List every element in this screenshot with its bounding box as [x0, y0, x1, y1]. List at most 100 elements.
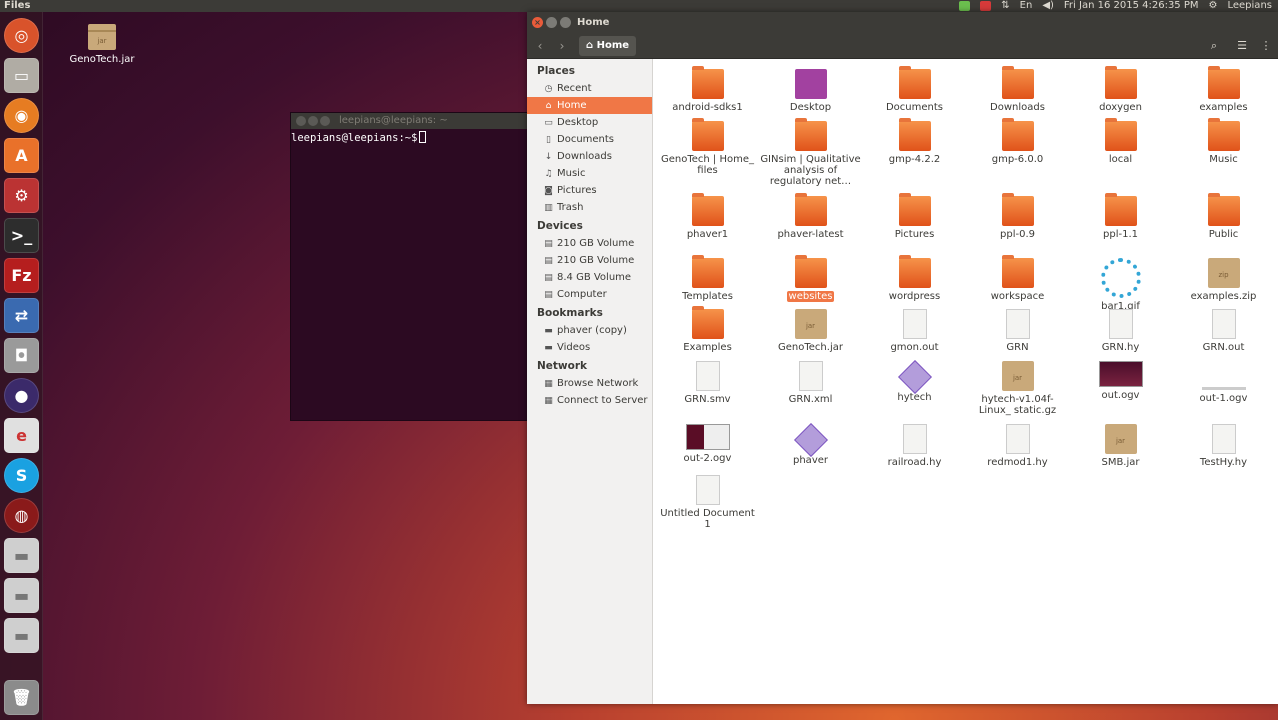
- sidebar-item-music[interactable]: ♫ Music: [527, 165, 652, 182]
- sidebar-item-downloads[interactable]: ↓ Downloads: [527, 148, 652, 165]
- file-item[interactable]: GRN.smv: [656, 361, 759, 405]
- file-item[interactable]: jar SMB.jar: [1069, 424, 1172, 468]
- forward-button[interactable]: ›: [552, 37, 572, 55]
- document-app-icon[interactable]: e: [4, 418, 39, 453]
- file-item[interactable]: examples: [1172, 66, 1275, 113]
- gear-icon[interactable]: ⚙: [1209, 0, 1218, 12]
- file-item[interactable]: wordpress: [863, 255, 966, 302]
- list-view-icon[interactable]: ☰: [1232, 37, 1252, 55]
- file-item[interactable]: Examples: [656, 306, 759, 353]
- file-item[interactable]: jar GenoTech.jar: [759, 309, 862, 353]
- trash-icon[interactable]: 🗑: [4, 680, 39, 715]
- sidebar-item-pictures[interactable]: ◙ Pictures: [527, 182, 652, 199]
- path-button-home[interactable]: ⌂ Home: [579, 36, 637, 56]
- file-item[interactable]: GenoTech | Home_ files: [656, 118, 759, 176]
- drive-icon[interactable]: ▬: [4, 538, 39, 573]
- filezilla-icon[interactable]: Fz: [4, 258, 39, 293]
- file-item[interactable]: doxygen: [1069, 66, 1172, 113]
- file-item[interactable]: Templates: [656, 255, 759, 302]
- files-icon[interactable]: ▭: [4, 58, 39, 93]
- file-item[interactable]: GRN.hy: [1069, 309, 1172, 353]
- file-item[interactable]: Pictures: [863, 193, 966, 240]
- file-item[interactable]: TestHy.hy: [1172, 424, 1275, 468]
- recorder-icon[interactable]: ◍: [4, 498, 39, 533]
- drive-icon[interactable]: ▬: [4, 578, 39, 613]
- file-item[interactable]: jar hytech-v1.04f-Linux_ static.gz: [966, 361, 1069, 416]
- sidebar-item-documents[interactable]: ▯ Documents: [527, 131, 652, 148]
- maximize-icon[interactable]: [560, 17, 571, 28]
- maximize-icon[interactable]: [320, 116, 330, 126]
- file-item[interactable]: phaver1: [656, 193, 759, 240]
- keyboard-layout-indicator[interactable]: En: [1020, 0, 1033, 12]
- cheese-camera-icon[interactable]: ◘: [4, 338, 39, 373]
- terminal-body[interactable]: leepians@leepians:~$: [291, 129, 529, 144]
- file-item[interactable]: GINsim | Qualitative analysis of regulat…: [759, 118, 862, 187]
- ubuntu-dash-icon[interactable]: ◎: [4, 18, 39, 53]
- sidebar-item-volume-3[interactable]: ▤ 8.4 GB Volume: [527, 269, 652, 286]
- back-button[interactable]: ‹: [530, 37, 550, 55]
- file-manager-titlebar[interactable]: × Home: [527, 12, 1278, 34]
- file-item[interactable]: Public: [1172, 193, 1275, 240]
- file-item[interactable]: Music: [1172, 118, 1275, 165]
- clock[interactable]: Fri Jan 16 2015 4:26:35 PM: [1064, 0, 1199, 12]
- record-indicator-icon[interactable]: [980, 1, 992, 11]
- sidebar-item-volume-2[interactable]: ▤ 210 GB Volume: [527, 252, 652, 269]
- search-icon[interactable]: ⌕: [1204, 37, 1224, 55]
- file-item[interactable]: gmp-6.0.0: [966, 118, 1069, 165]
- sidebar-item-volume-1[interactable]: ▤ 210 GB Volume: [527, 235, 652, 252]
- menu-icon[interactable]: ⋮: [1256, 37, 1276, 55]
- file-item[interactable]: GRN: [966, 309, 1069, 353]
- file-item[interactable]: websites: [759, 255, 862, 302]
- sidebar-item-computer[interactable]: ▤ Computer: [527, 286, 652, 303]
- sidebar-item-phaver-copy[interactable]: ▬ phaver (copy): [527, 322, 652, 339]
- sidebar-item-desktop[interactable]: ▭ Desktop: [527, 114, 652, 131]
- file-item[interactable]: out-1.ogv: [1172, 361, 1275, 404]
- file-item[interactable]: out.ogv: [1069, 361, 1172, 401]
- file-item[interactable]: phaver: [759, 423, 862, 466]
- file-item[interactable]: Documents: [863, 66, 966, 113]
- file-item[interactable]: Untitled Document 1: [656, 475, 759, 530]
- network-icon[interactable]: ⇅: [1001, 0, 1009, 12]
- file-item[interactable]: zip examples.zip: [1172, 258, 1275, 302]
- app-indicator-icon[interactable]: [959, 1, 971, 11]
- minimize-icon[interactable]: [308, 116, 318, 126]
- file-item[interactable]: workspace: [966, 255, 1069, 302]
- file-item[interactable]: ppl-1.1: [1069, 193, 1172, 240]
- file-item[interactable]: Desktop: [759, 69, 862, 113]
- terminal-icon[interactable]: >_: [4, 218, 39, 253]
- sidebar-item-browse-network[interactable]: ▦ Browse Network: [527, 375, 652, 392]
- file-item[interactable]: android-sdks1: [656, 66, 759, 113]
- terminal-titlebar[interactable]: leepians@leepians: ~: [291, 113, 529, 129]
- file-item[interactable]: out-2.ogv: [656, 424, 759, 464]
- file-item[interactable]: GRN.xml: [759, 361, 862, 405]
- file-item[interactable]: gmon.out: [863, 309, 966, 353]
- file-item[interactable]: bar1.gif: [1069, 258, 1172, 312]
- file-item[interactable]: railroad.hy: [863, 424, 966, 468]
- sidebar-item-videos[interactable]: ▬ Videos: [527, 339, 652, 356]
- file-item[interactable]: gmp-4.2.2: [863, 118, 966, 165]
- close-icon[interactable]: [296, 116, 306, 126]
- skype-icon[interactable]: S: [4, 458, 39, 493]
- sidebar-item-connect-server[interactable]: ▦ Connect to Server: [527, 392, 652, 409]
- volume-icon[interactable]: ◀): [1042, 0, 1054, 12]
- minimize-icon[interactable]: [546, 17, 557, 28]
- close-icon[interactable]: ×: [532, 17, 543, 28]
- firefox-icon[interactable]: ◉: [4, 98, 39, 133]
- file-item[interactable]: hytech: [863, 360, 966, 403]
- file-item[interactable]: redmod1.hy: [966, 424, 1069, 468]
- file-manager-window[interactable]: × Home ‹ › ⌂ Home ⌕ ☰ ⋮ Places ◷ Recent ⌂…: [527, 12, 1278, 704]
- remote-desktop-icon[interactable]: ⇄: [4, 298, 39, 333]
- file-item[interactable]: local: [1069, 118, 1172, 165]
- file-item[interactable]: Downloads: [966, 66, 1069, 113]
- file-item[interactable]: GRN.out: [1172, 309, 1275, 353]
- file-item[interactable]: ppl-0.9: [966, 193, 1069, 240]
- drive-icon[interactable]: ▬: [4, 618, 39, 653]
- software-center-icon[interactable]: A: [4, 138, 39, 173]
- terminal-window[interactable]: leepians@leepians: ~ leepians@leepians:~…: [290, 112, 530, 421]
- sidebar-item-home[interactable]: ⌂ Home: [527, 97, 652, 114]
- file-item[interactable]: phaver-latest: [759, 193, 862, 240]
- settings-icon[interactable]: ⚙: [4, 178, 39, 213]
- sidebar-item-recent[interactable]: ◷ Recent: [527, 80, 652, 97]
- user-menu[interactable]: Leepians: [1227, 0, 1272, 12]
- sidebar-item-trash[interactable]: ▥ Trash: [527, 199, 652, 216]
